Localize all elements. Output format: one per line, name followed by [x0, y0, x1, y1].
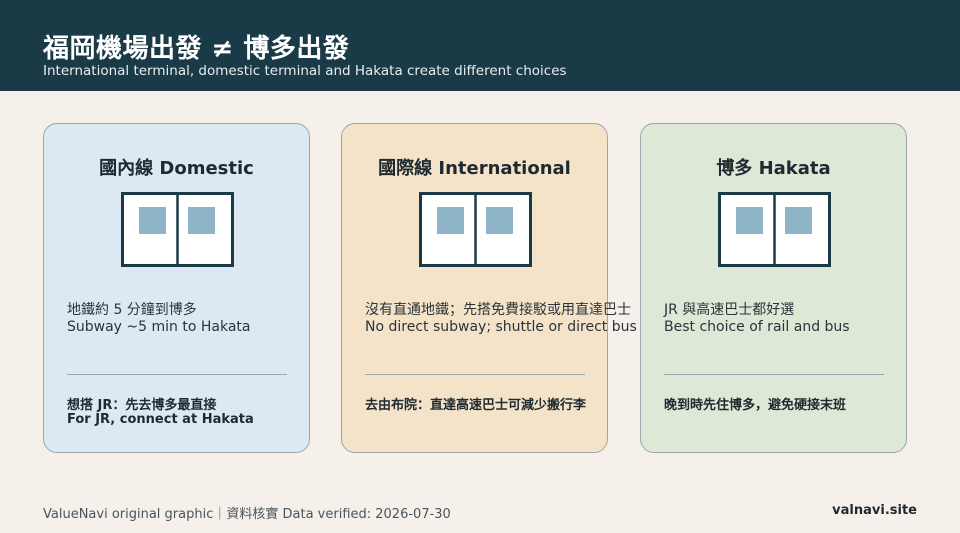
- card-line-en: Best choice of rail and bus: [664, 319, 850, 335]
- card-divider: [664, 374, 884, 375]
- door-icon: [718, 192, 831, 267]
- header-banner: 福岡機場出發 ≠ 博多出發 International terminal, do…: [0, 0, 960, 91]
- card-title: 國際線 International: [378, 158, 571, 179]
- card-title: 博多 Hakata: [716, 158, 831, 179]
- footer-source: ValueNavi original graphic｜資料核實 Data ver…: [43, 507, 451, 522]
- page-title: 福岡機場出發 ≠ 博多出發: [43, 34, 350, 64]
- footer-site-link[interactable]: valnavi.site: [832, 503, 917, 518]
- card-line-en: Subway ~5 min to Hakata: [67, 319, 251, 335]
- card-line-zh: 沒有直通地鐵；先搭免費接駁或用直達巴士: [365, 302, 631, 318]
- card-tip: 想搭 JR：先去博多最直接: [67, 398, 217, 413]
- card-tip: 晚到時先住博多，避免硬接末班: [664, 398, 847, 413]
- card-international: 國際線 International 沒有直通地鐵；先搭免費接駁或用直達巴士 No…: [341, 123, 637, 453]
- card-tip-en: For JR, connect at Hakata: [67, 412, 254, 427]
- card-domestic: 國內線 Domestic 地鐵約 5 分鐘到博多 Subway ~5 min t…: [43, 123, 310, 453]
- card-divider: [67, 374, 287, 375]
- door-icon: [121, 192, 234, 267]
- card-divider: [365, 374, 585, 375]
- page-subtitle: International terminal, domestic termina…: [43, 63, 567, 79]
- card-hakata: 博多 Hakata JR 與高速巴士都好選 Best choice of rai…: [640, 123, 907, 453]
- card-line-zh: JR 與高速巴士都好選: [664, 302, 795, 318]
- card-line-en: No direct subway; shuttle or direct bus: [365, 319, 637, 335]
- door-icon: [419, 192, 532, 267]
- card-tip: 去由布院：直達高速巴士可減少搬行李: [365, 398, 587, 413]
- card-title: 國內線 Domestic: [99, 158, 254, 179]
- card-line-zh: 地鐵約 5 分鐘到博多: [67, 302, 197, 318]
